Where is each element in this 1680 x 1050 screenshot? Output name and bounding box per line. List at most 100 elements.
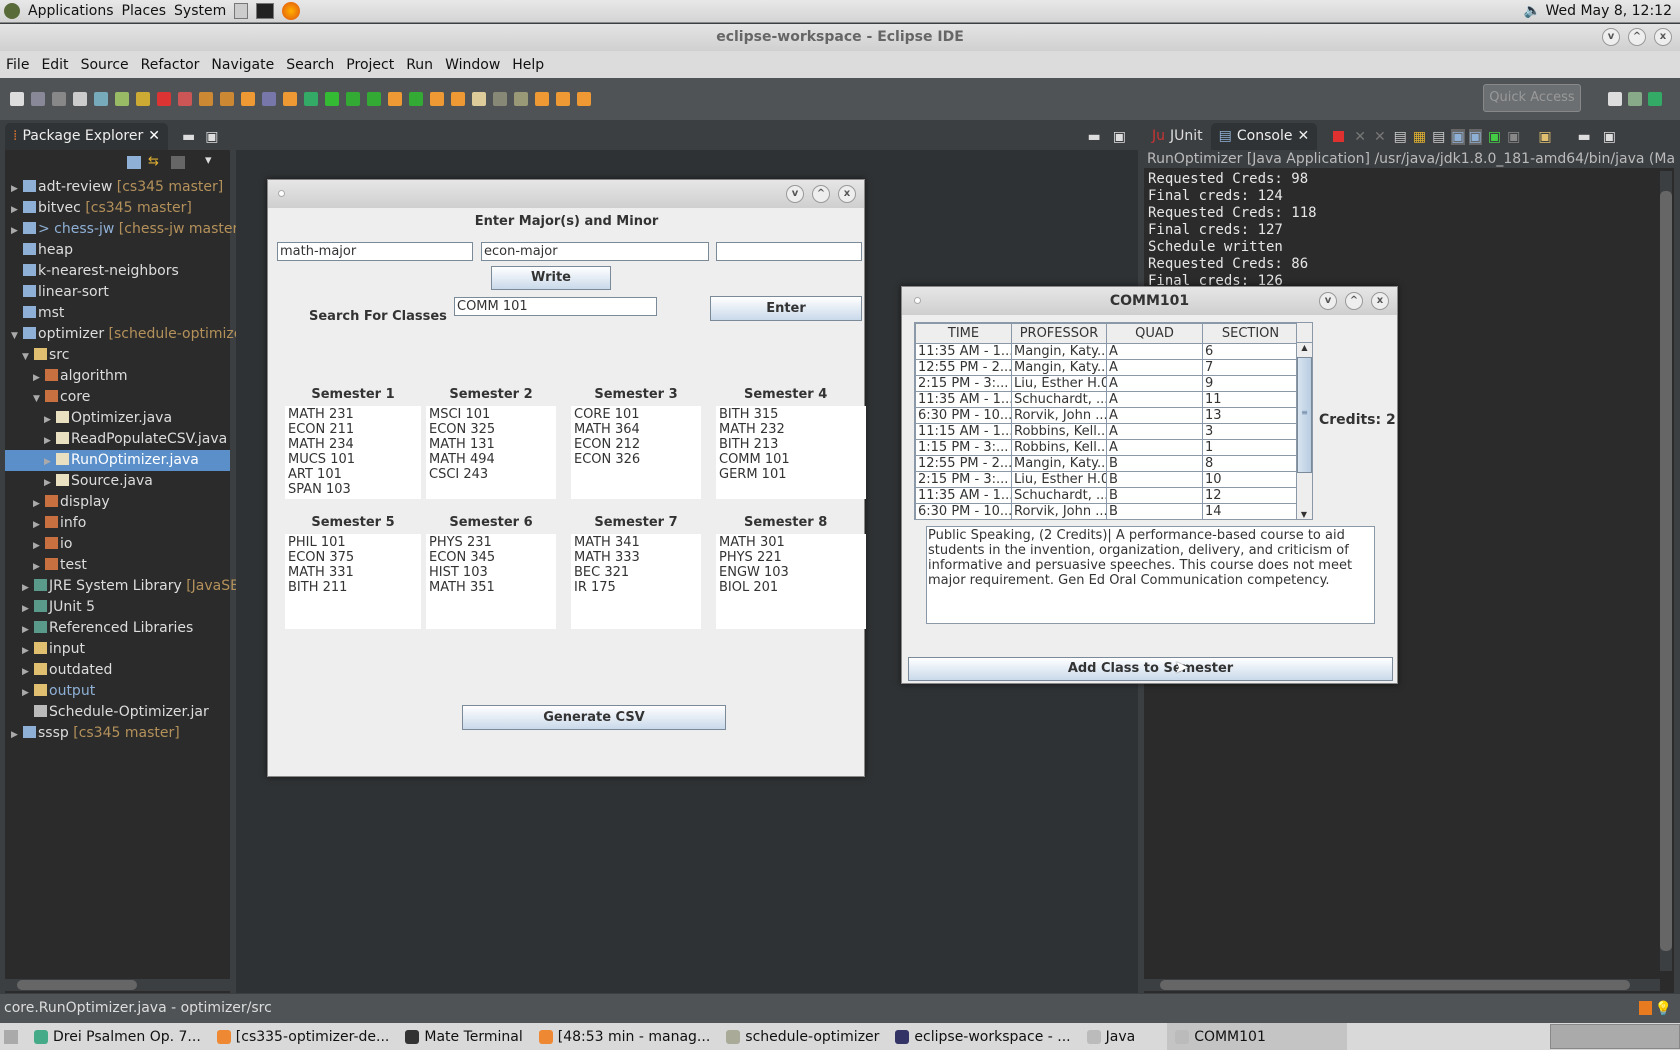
- tree-item[interactable]: ▶ RunOptimizer.java: [5, 450, 230, 471]
- collapsed-arrow-icon[interactable]: ▶: [22, 683, 34, 704]
- class-item[interactable]: ECON 375: [288, 550, 418, 565]
- toolbar-action-icon[interactable]: [346, 92, 360, 106]
- tree-item[interactable]: ▶ JUnit 5: [5, 597, 230, 618]
- view-menu-icon[interactable]: ▾: [205, 153, 212, 168]
- menu-help[interactable]: Help: [512, 57, 544, 73]
- table-row[interactable]: 11:35 AM - 1... Schuchardt, ... B 12: [915, 487, 1299, 504]
- volume-icon[interactable]: 🔈: [1524, 3, 1541, 19]
- close-icon[interactable]: x: [1371, 292, 1389, 310]
- tree-item[interactable]: ▶ input: [5, 639, 230, 660]
- toolbar-action-icon[interactable]: [262, 92, 276, 106]
- column-header-professor[interactable]: PROFESSOR: [1011, 323, 1107, 344]
- table-scrollbar[interactable]: ▲ ≡ ▼: [1296, 323, 1312, 519]
- maximize-editor-icon[interactable]: ▣: [1113, 129, 1126, 145]
- tree-item[interactable]: ▶ > chess-jw [chess-jw master]: [5, 219, 244, 242]
- class-item[interactable]: CSCI 243: [429, 467, 553, 482]
- collapsed-arrow-icon[interactable]: ▶: [11, 179, 23, 200]
- class-item[interactable]: GERM 101: [719, 467, 863, 482]
- tree-item[interactable]: ▶ outdated: [5, 660, 230, 681]
- collapsed-arrow-icon[interactable]: ▶: [22, 641, 34, 662]
- toolbar-action-icon[interactable]: [199, 92, 213, 106]
- collapsed-arrow-icon[interactable]: ▶: [33, 557, 45, 578]
- firefox-launcher-icon[interactable]: [282, 2, 301, 20]
- class-item[interactable]: CORE 101: [574, 407, 698, 422]
- toolbar-action-icon[interactable]: [178, 92, 192, 106]
- tree-item[interactable]: ▶ algorithm: [5, 366, 230, 387]
- expanded-arrow-icon[interactable]: ▼: [22, 347, 34, 368]
- semester-class-list[interactable]: MATH 231 ECON 211 MATH 234 MUCS 101 ART 101 S…: [285, 406, 421, 499]
- collapsed-arrow-icon[interactable]: ▶: [11, 221, 23, 242]
- tree-item[interactable]: ▼ src: [5, 345, 230, 366]
- menu-window[interactable]: Window: [445, 57, 500, 73]
- class-item[interactable]: ECON 345: [429, 550, 553, 565]
- perspective-icon[interactable]: [1648, 92, 1662, 106]
- menu-system[interactable]: System: [174, 3, 226, 19]
- close-icon[interactable]: x: [838, 185, 856, 203]
- collapsed-arrow-icon[interactable]: ▶: [22, 662, 34, 683]
- collapsed-arrow-icon[interactable]: ▶: [33, 494, 45, 515]
- class-item[interactable]: MATH 351: [429, 580, 553, 595]
- class-item[interactable]: MATH 494: [429, 452, 553, 467]
- link-with-editor-icon[interactable]: ⇆: [148, 154, 159, 169]
- major-input-1[interactable]: math-major: [277, 242, 473, 261]
- taskbar-item[interactable]: Mate Terminal: [397, 1023, 530, 1050]
- perspective-icon[interactable]: [1628, 92, 1642, 106]
- maximize-icon[interactable]: ^: [812, 185, 830, 203]
- semester-class-list[interactable]: MATH 341 MATH 333 BEC 321 IR 175: [571, 534, 701, 629]
- menu-applications[interactable]: Applications: [28, 3, 114, 19]
- column-header-section[interactable]: SECTION: [1202, 323, 1299, 344]
- column-header-quad[interactable]: QUAD: [1106, 323, 1203, 344]
- tree-item[interactable]: ▶ ReadPopulateCSV.java: [5, 429, 230, 450]
- taskbar-item[interactable]: Java: [1079, 1023, 1144, 1050]
- taskbar-item[interactable]: Drei Psalmen Op. 7...: [26, 1023, 209, 1050]
- taskbar-item[interactable]: [48:53 min - manag...: [531, 1023, 719, 1050]
- news-feed-icon[interactable]: [1639, 1001, 1652, 1015]
- toolbar-action-icon[interactable]: [514, 92, 528, 106]
- class-item[interactable]: IR 175: [574, 580, 698, 595]
- class-search-input[interactable]: COMM 101: [454, 297, 657, 316]
- class-item[interactable]: ECON 211: [288, 422, 418, 437]
- horizontal-scrollbar[interactable]: [5, 979, 230, 991]
- toolbar-action-icon[interactable]: [157, 92, 171, 106]
- close-tab-icon[interactable]: ✕: [1297, 123, 1309, 150]
- class-item[interactable]: MATH 231: [288, 407, 418, 422]
- maximize-view-icon[interactable]: ▣: [1603, 129, 1616, 145]
- toolbar-action-icon[interactable]: [325, 92, 339, 106]
- semester-class-list[interactable]: CORE 101 MATH 364 ECON 212 ECON 326: [571, 406, 701, 499]
- toolbar-action-icon[interactable]: [115, 92, 129, 106]
- scroll-thumb[interactable]: ≡: [1297, 357, 1312, 473]
- workspace-switcher[interactable]: [1550, 1024, 1680, 1049]
- display-console-icon[interactable]: ▣: [1507, 129, 1520, 145]
- class-item[interactable]: MATH 131: [429, 437, 553, 452]
- tree-item[interactable]: k-nearest-neighbors: [5, 261, 230, 282]
- collapsed-arrow-icon[interactable]: ▶: [44, 473, 56, 494]
- tree-item[interactable]: linear-sort: [5, 282, 230, 303]
- toolbar-action-icon[interactable]: [556, 92, 570, 106]
- toolbar-action-icon[interactable]: [10, 92, 24, 106]
- minimize-editor-icon[interactable]: ▬: [1088, 129, 1101, 145]
- collapsed-arrow-icon[interactable]: ▶: [33, 368, 45, 389]
- tree-item[interactable]: ▶ sssp [cs345 master]: [5, 723, 230, 744]
- toolbar-action-icon[interactable]: [472, 92, 486, 106]
- menu-source[interactable]: Source: [81, 57, 129, 73]
- table-row[interactable]: 2:15 PM - 3:... Liu, Esther H.0 B 10: [915, 471, 1299, 488]
- menu-project[interactable]: Project: [346, 57, 394, 73]
- table-row[interactable]: 6:30 PM - 10... Rorvik, John ... A 13: [915, 407, 1299, 424]
- tree-item[interactable]: ▶ JRE System Library [JavaSE-: [5, 576, 244, 597]
- table-row[interactable]: 11:35 AM - 1... Schuchardt, ... A 11: [915, 391, 1299, 408]
- class-item[interactable]: MATH 234: [288, 437, 418, 452]
- tree-item[interactable]: ▶ io: [5, 534, 230, 555]
- taskbar-item[interactable]: schedule-optimizer: [718, 1023, 887, 1050]
- class-item[interactable]: BITH 213: [719, 437, 863, 452]
- distro-logo-icon[interactable]: [4, 3, 20, 19]
- tree-item[interactable]: ▶ info: [5, 513, 230, 534]
- toolbar-action-icon[interactable]: [493, 92, 507, 106]
- major-input-2[interactable]: econ-major: [481, 242, 709, 261]
- class-item[interactable]: BIOL 201: [719, 580, 863, 595]
- taskbar-item[interactable]: [cs335-optimizer-de...: [209, 1023, 398, 1050]
- tree-item[interactable]: ▼ core: [5, 387, 230, 408]
- menu-places[interactable]: Places: [122, 3, 167, 19]
- class-item[interactable]: SPAN 103: [288, 482, 418, 497]
- minimize-icon[interactable]: v: [1319, 292, 1337, 310]
- collapsed-arrow-icon[interactable]: ▶: [22, 620, 34, 641]
